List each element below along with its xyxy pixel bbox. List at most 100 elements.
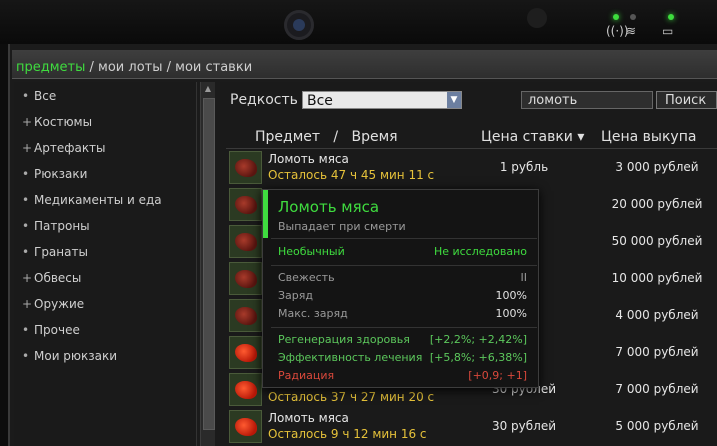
sidebar-item-suits[interactable]: + Костюмы (14, 109, 196, 135)
rarity-accent-bar (263, 190, 268, 238)
stat-label: Заряд (278, 289, 313, 302)
buyout-price: 5 000 рублей (615, 419, 699, 433)
sidebar-item-label: Все (34, 89, 57, 103)
buyout-price: 7 000 рублей (615, 345, 699, 359)
column-separator: / (333, 129, 339, 145)
search-button[interactable]: Поиск (656, 91, 717, 109)
sidebar-item-artifacts[interactable]: + Артефакты (14, 135, 196, 161)
sidebar-item-medicine-food[interactable]: • Медикаменты и еда (14, 187, 196, 213)
rarity-select[interactable]: Все ▼ (302, 91, 462, 109)
status-led-icon (630, 14, 636, 20)
sidebar-item-attachments[interactable]: + Обвесы (14, 265, 196, 291)
rarity-value: Необычный (278, 245, 345, 258)
tab-my-bids[interactable]: мои ставки (175, 60, 252, 75)
sidebar-item-weapons[interactable]: + Оружие (14, 291, 196, 317)
table-row[interactable]: Ломоть мяса Осталось 47 ч 45 мин 11 с 1 … (226, 149, 717, 186)
divider (271, 265, 537, 266)
meat-chunk-icon (229, 336, 262, 369)
search-input[interactable]: ломоть (521, 91, 653, 109)
status-led-icon (613, 14, 619, 20)
scroll-thumb[interactable] (203, 98, 215, 430)
stat-value: [+5,8%; +6,38%] (429, 351, 527, 364)
stat-value: 100% (495, 307, 527, 320)
sidebar-item-other[interactable]: • Прочее (14, 317, 196, 343)
divider (271, 238, 537, 239)
buyout-price: 4 000 рублей (615, 308, 699, 322)
sidebar-item-label: Костюмы (34, 115, 93, 129)
item-name: Ломоть мяса (268, 152, 349, 166)
meat-chunk-icon (229, 373, 262, 406)
buyout-price: 7 000 рублей (615, 382, 699, 396)
tooltip-title: Ломоть мяса (278, 198, 380, 216)
sidebar-item-label: Обвесы (34, 271, 82, 285)
bullet-icon: • (22, 89, 30, 103)
stat-label: Макс. заряд (278, 307, 348, 320)
buyout-price: 20 000 рублей (611, 197, 703, 211)
sidebar-scrollbar[interactable]: ▲ (200, 82, 215, 446)
sidebar-item-label: Оружие (34, 297, 85, 311)
meat-chunk-icon (229, 299, 262, 332)
stat-label: Регенерация здоровья (278, 333, 410, 346)
sidebar-item-label: Прочее (34, 323, 80, 337)
stat-label: Радиация (278, 369, 335, 382)
dropdown-arrow-icon[interactable]: ▼ (447, 92, 461, 108)
expand-icon: + (22, 115, 33, 129)
stat-value: 100% (495, 289, 527, 302)
bullet-icon: • (22, 167, 30, 181)
sensor-icon (527, 8, 547, 28)
time-left: Осталось 9 ч 12 мин 16 с (268, 427, 427, 441)
column-time-label[interactable]: Время (351, 129, 397, 145)
sidebar-item-label: Медикаменты и еда (34, 193, 162, 207)
research-status: Не исследовано (433, 245, 527, 258)
category-sidebar: • Все + Костюмы + Артефакты • Рюкзаки • Медик… (14, 82, 197, 446)
item-name: Ломоть мяса (268, 411, 349, 425)
sidebar-item-label: Гранаты (34, 245, 88, 259)
meat-chunk-icon (229, 225, 262, 258)
bid-price: 30 рублей (491, 419, 557, 433)
tooltip-subtitle: Выпадает при смерти (278, 220, 406, 233)
wifi-icon: ≋ (626, 24, 637, 38)
sidebar-item-my-backpacks[interactable]: • Мои рюкзаки (14, 343, 196, 369)
webcam-icon (284, 10, 314, 40)
buyout-price: 50 000 рублей (611, 234, 703, 248)
stat-label: Эффективность лечения (278, 351, 423, 364)
rarity-label: Редкость (230, 92, 298, 108)
sidebar-item-label: Артефакты (34, 141, 106, 155)
meat-chunk-icon (229, 410, 262, 443)
device-bezel: ((·)) ≋ ▭ (0, 0, 717, 44)
sidebar-item-grenades[interactable]: • Гранаты (14, 239, 196, 265)
meat-chunk-icon (229, 151, 262, 184)
scroll-up-icon[interactable]: ▲ (203, 84, 213, 94)
breadcrumb-separator: / (85, 60, 99, 75)
column-header-buyout-price[interactable]: Цена выкупа (601, 129, 696, 145)
sidebar-item-ammo[interactable]: • Патроны (14, 213, 196, 239)
table-row[interactable]: Ломоть мяса Осталось 9 ч 12 мин 16 с 30 … (226, 408, 717, 445)
buyout-price: 3 000 рублей (615, 160, 699, 174)
buyout-price: 10 000 рублей (611, 271, 703, 285)
breadcrumb: предметы / мои лоты / мои ставки (16, 60, 252, 75)
expand-icon: + (22, 271, 33, 285)
sidebar-item-all[interactable]: • Все (14, 83, 196, 109)
stat-value: II (520, 271, 528, 284)
column-item-label: Предмет (255, 129, 321, 145)
tab-items[interactable]: предметы (16, 60, 85, 75)
column-header-bid-price[interactable]: Цена ставки ▾ (481, 129, 584, 145)
bullet-icon: • (22, 323, 30, 337)
status-led-icon (668, 14, 674, 20)
battery-icon: ▭ (662, 24, 674, 38)
expand-icon: + (22, 141, 33, 155)
meat-chunk-icon (229, 188, 262, 221)
column-header-item[interactable]: Предмет / Время (255, 129, 398, 145)
bid-price: 1 рубль (499, 160, 549, 174)
time-left: Осталось 37 ч 27 мин 20 с (268, 390, 435, 404)
bullet-icon: • (22, 193, 30, 207)
divider (271, 327, 537, 328)
stat-value: [+2,2%; +2,42%] (429, 333, 527, 346)
sidebar-item-label: Рюкзаки (34, 167, 88, 181)
expand-icon: + (22, 297, 33, 311)
bullet-icon: • (22, 349, 30, 363)
sidebar-item-backpacks[interactable]: • Рюкзаки (14, 161, 196, 187)
tab-my-lots[interactable]: мои лоты (98, 60, 162, 75)
breadcrumb-separator: / (162, 60, 176, 75)
item-tooltip: Ломоть мяса Выпадает при смерти Необычны… (262, 189, 539, 388)
